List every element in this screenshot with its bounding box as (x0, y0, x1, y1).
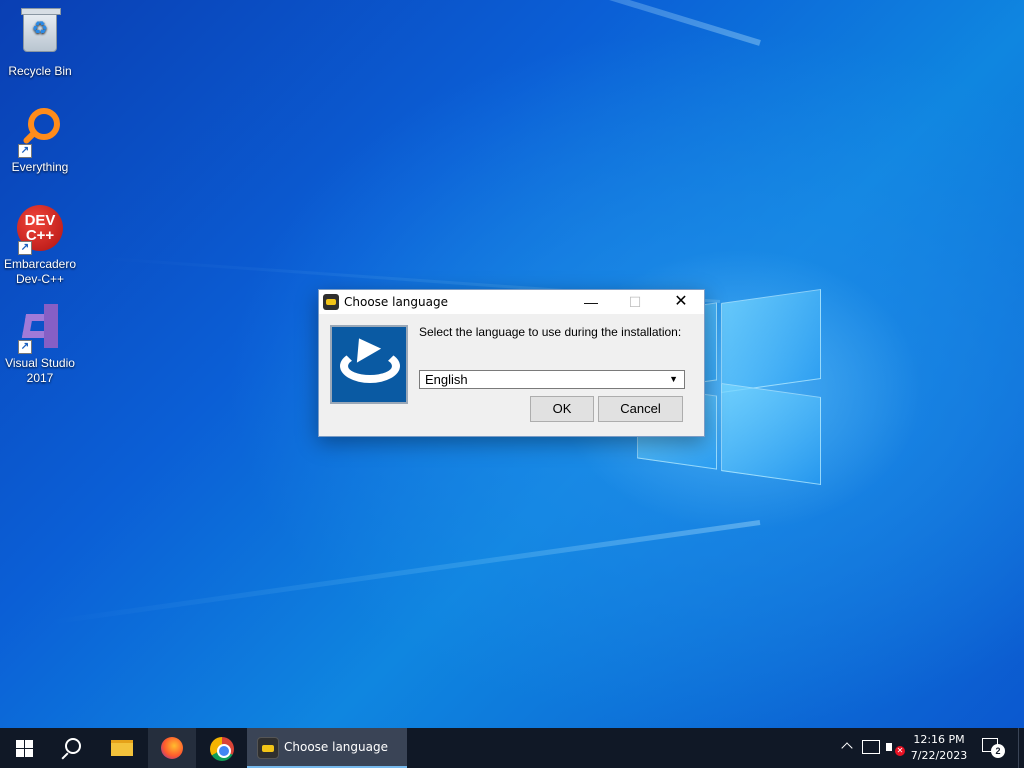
light-beam (46, 520, 761, 626)
taskbar-active-app[interactable]: Choose language (247, 728, 407, 768)
shortcut-arrow-icon: ↗ (18, 241, 32, 255)
selected-language: English (425, 372, 468, 387)
everything-search-icon: ↗ (16, 108, 64, 158)
close-button[interactable]: ✕ (659, 290, 703, 314)
language-prompt: Select the language to use during the in… (419, 325, 682, 339)
cancel-button[interactable]: Cancel (598, 396, 683, 422)
dialog-titlebar[interactable]: Choose language — ☐ ✕ (319, 290, 704, 314)
shortcut-arrow-icon: ↗ (18, 340, 32, 354)
app-icon (323, 294, 339, 310)
show-hidden-icons-chevron-icon[interactable] (840, 740, 854, 754)
action-center-button[interactable]: 2 (982, 738, 1005, 758)
devcpp-icon: DEV C++ ↗ (16, 205, 64, 255)
notification-count-badge: 2 (991, 744, 1005, 758)
shortcut-arrow-icon: ↗ (18, 144, 32, 158)
desktop-icon-label: Visual Studio 2017 (5, 356, 75, 385)
clock-time: 12:16 PM (913, 733, 965, 746)
desktop-icon-visual-studio[interactable]: ↗ Visual Studio 2017 (0, 304, 80, 386)
installer-app-icon (257, 737, 279, 759)
desktop-icon-label: Everything (11, 160, 69, 174)
installer-logo (330, 325, 408, 404)
language-select[interactable]: English ▼ (419, 370, 685, 389)
volume-muted-icon[interactable]: ✕ (886, 740, 905, 756)
start-button[interactable] (0, 728, 48, 768)
ok-button[interactable]: OK (530, 396, 594, 422)
desktop-icon-recycle-bin[interactable]: ♻ Recycle Bin (0, 8, 80, 79)
clock-date: 7/22/2023 (910, 749, 968, 762)
light-beam (89, 0, 761, 46)
choose-language-dialog: Choose language — ☐ ✕ Select the languag… (318, 289, 705, 437)
desktop-icon-everything[interactable]: ↗ Everything (0, 106, 80, 175)
desktop-background: ♻ Recycle Bin ↗ Everything DEV C++ ↗ Emb… (0, 0, 1024, 728)
desktop-icon-label: Recycle Bin (8, 64, 72, 78)
taskbar-app-label: Choose language (284, 740, 388, 754)
taskbar: Choose language ✕ 12:16 PM 7/22/2023 2 (0, 728, 1024, 768)
folder-icon (111, 740, 133, 756)
taskbar-clock[interactable]: 12:16 PM 7/22/2023 (904, 732, 974, 764)
search-button[interactable] (48, 728, 96, 768)
dialog-title: Choose language (344, 295, 448, 309)
taskbar-firefox[interactable] (148, 728, 196, 768)
minimize-button[interactable]: — (569, 290, 613, 314)
recycle-bin-icon: ♻ (16, 8, 64, 60)
taskbar-chrome[interactable] (198, 728, 246, 768)
desktop-icon-label: Embarcadero Dev-C++ (3, 257, 77, 286)
show-desktop-button[interactable] (1018, 728, 1024, 768)
chrome-icon (210, 737, 234, 761)
maximize-button: ☐ (628, 294, 642, 310)
firefox-icon (161, 737, 183, 759)
taskbar-file-explorer[interactable] (98, 728, 146, 768)
search-icon (65, 738, 81, 754)
desktop-icon-devcpp[interactable]: DEV C++ ↗ Embarcadero Dev-C++ (0, 205, 80, 287)
windows-start-icon (16, 740, 24, 748)
visual-studio-icon: ↗ (16, 304, 64, 354)
network-icon[interactable] (862, 740, 880, 754)
dropdown-arrow-icon[interactable]: ▼ (669, 371, 678, 388)
